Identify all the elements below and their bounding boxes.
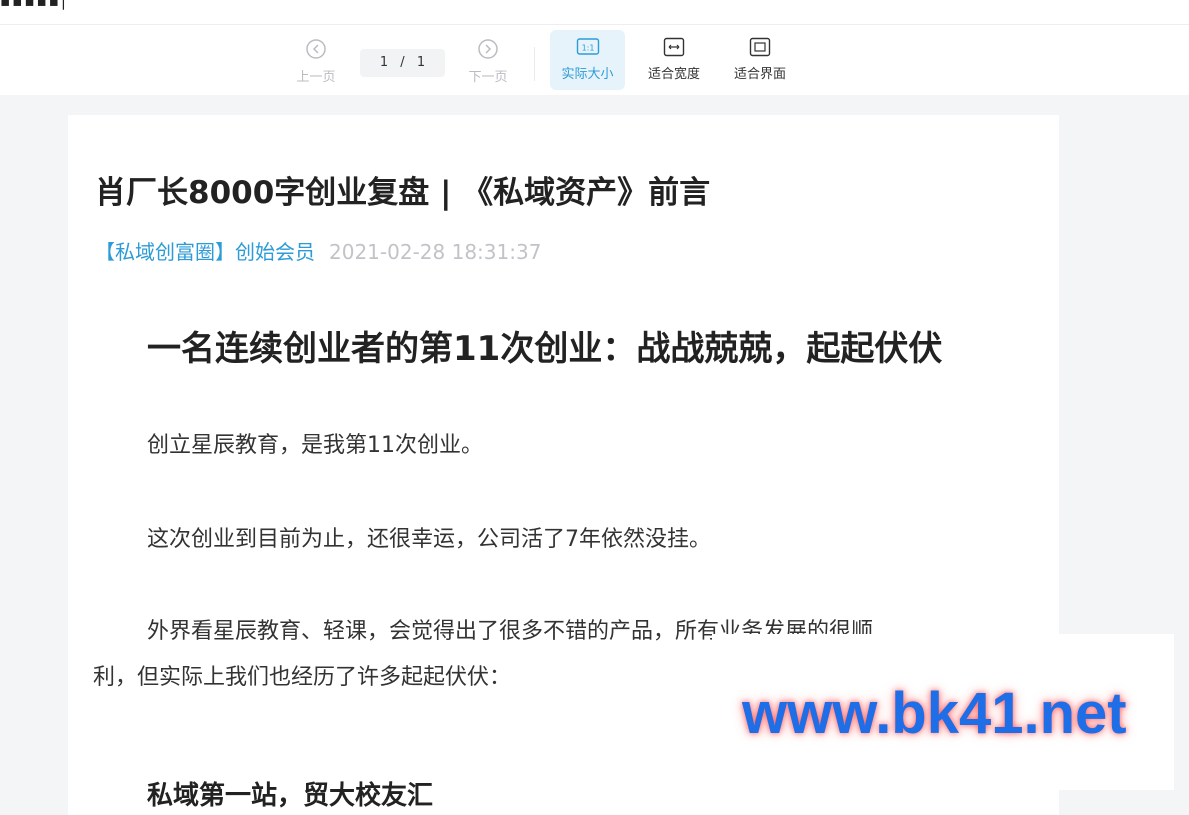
next-page-label: 下一页 xyxy=(468,70,508,85)
prev-page-label: 上一页 xyxy=(296,70,336,85)
actual-size-label: 实际大小 xyxy=(561,67,614,82)
page-total: 1 xyxy=(416,55,426,70)
toolbar-divider xyxy=(534,47,535,81)
fit-width-button[interactable]: 适合宽度 xyxy=(642,37,706,82)
fit-width-label: 适合宽度 xyxy=(647,67,700,82)
next-page-button[interactable]: 下一页 xyxy=(462,38,514,85)
author-link[interactable]: 【私域创富圈】创始会员 xyxy=(95,240,315,264)
prev-page-button[interactable]: 上一页 xyxy=(290,38,342,85)
fit-screen-label: 适合界面 xyxy=(733,67,786,82)
clipped-title-fragment: ▪▪▪▪▪| xyxy=(0,0,68,10)
top-strip: ▪▪▪▪▪| xyxy=(0,0,1189,25)
paragraph: 这次创业到目前为止，还很幸运，公司活了7年依然没挂。 xyxy=(147,527,711,552)
viewer-toolbar: 上一页 1 / 1 下一页 1:1 实际大小 适合宽度 适合界面 xyxy=(0,25,1189,95)
chevron-left-circle-icon xyxy=(306,39,326,59)
article-meta: 【私域创富圈】创始会员 2021-02-28 18:31:37 xyxy=(95,236,541,265)
publish-date: 2021-02-28 18:31:37 xyxy=(329,240,542,264)
paragraph: 创立星辰教育，是我第11次创业。 xyxy=(147,433,483,458)
subsection-heading: 私域第一站，贸大校友汇 xyxy=(147,781,434,811)
page-indicator[interactable]: 1 / 1 xyxy=(360,49,445,77)
watermark-text: www.bk41.net xyxy=(742,681,1127,746)
section-heading: 一名连续创业者的第11次创业：战战兢兢，起起伏伏 xyxy=(147,329,943,369)
article-title: 肖厂长8000字创业复盘 | 《私域资产》前言 xyxy=(95,175,711,211)
page-separator: / xyxy=(400,55,405,70)
paragraph-continuation: 利，但实际上我们也经历了许多起起伏伏： xyxy=(93,665,512,690)
fit-screen-button[interactable]: 适合界面 xyxy=(728,37,792,82)
actual-size-icon-text: 1:1 xyxy=(581,44,594,53)
fit-screen-icon xyxy=(749,37,771,57)
actual-size-icon: 1:1 xyxy=(576,38,599,55)
page-current: 1 xyxy=(379,55,389,70)
fit-width-icon xyxy=(663,37,685,57)
actual-size-button[interactable]: 1:1 实际大小 xyxy=(550,30,625,90)
chevron-right-circle-icon xyxy=(478,39,498,59)
